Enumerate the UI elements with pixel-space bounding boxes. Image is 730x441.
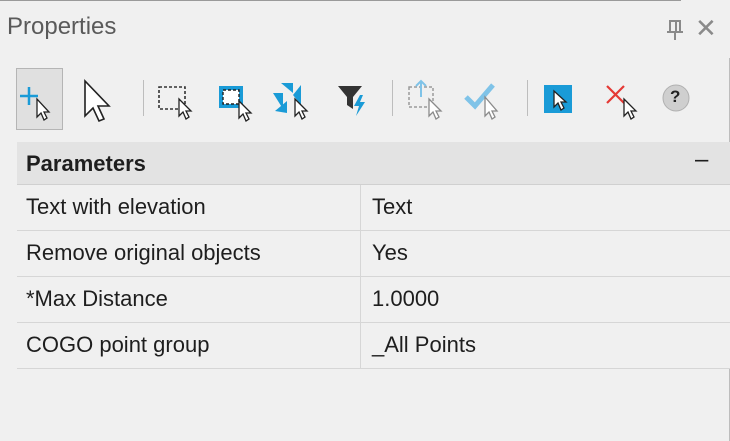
property-value-cell[interactable]: Yes bbox=[362, 231, 730, 276]
property-name: COGO point group bbox=[26, 332, 210, 357]
add-selection-icon[interactable] bbox=[16, 68, 63, 130]
select-cursor-icon[interactable] bbox=[76, 69, 122, 127]
property-name: Remove original objects bbox=[26, 240, 261, 265]
property-value-cell[interactable]: Text bbox=[362, 185, 730, 230]
toolbar-separator bbox=[392, 80, 393, 116]
property-value[interactable]: Yes bbox=[372, 240, 408, 266]
panel-title: Properties bbox=[7, 13, 117, 40]
property-value[interactable]: Text bbox=[372, 194, 412, 220]
toolbar-separator bbox=[527, 80, 528, 116]
toolbar: ? bbox=[0, 61, 730, 133]
property-name: *Max Distance bbox=[26, 286, 168, 311]
pin-icon[interactable] bbox=[665, 19, 687, 43]
property-value[interactable]: _All Points bbox=[372, 332, 476, 358]
property-row[interactable]: *Max Distance 1.0000 bbox=[17, 277, 730, 323]
property-grid: Parameters – Text with elevation Text Re… bbox=[17, 142, 730, 369]
property-value-cell[interactable]: _All Points bbox=[362, 323, 730, 368]
property-value-cell[interactable]: 1.0000 bbox=[362, 277, 730, 322]
category-parameters[interactable]: Parameters – bbox=[17, 142, 730, 185]
crossing-select-icon[interactable] bbox=[213, 69, 259, 127]
properties-palette: Properties ✕ ? Parameters – Text with el… bbox=[0, 0, 730, 441]
category-label: Parameters bbox=[26, 151, 146, 176]
help-icon[interactable]: ? bbox=[660, 69, 706, 127]
property-row[interactable]: Text with elevation Text bbox=[17, 185, 730, 231]
property-row[interactable]: COGO point group _All Points bbox=[17, 323, 730, 369]
property-name-cell: *Max Distance bbox=[17, 277, 361, 322]
remove-selection-icon[interactable] bbox=[602, 69, 648, 127]
confirm-select-icon[interactable] bbox=[463, 69, 509, 127]
property-name-cell: COGO point group bbox=[17, 323, 361, 368]
help-icon-label: ? bbox=[670, 87, 681, 106]
title-bar[interactable]: Properties ✕ bbox=[0, 1, 730, 57]
property-value[interactable]: 1.0000 bbox=[372, 286, 439, 312]
filter-select-icon[interactable] bbox=[332, 69, 378, 127]
window-select-icon[interactable] bbox=[155, 69, 201, 127]
close-icon[interactable]: ✕ bbox=[695, 15, 717, 41]
quick-select-icon[interactable] bbox=[541, 69, 587, 127]
select-similar-icon[interactable] bbox=[271, 69, 317, 127]
pick-to-add-icon[interactable] bbox=[405, 69, 451, 127]
property-name-cell: Text with elevation bbox=[17, 185, 361, 230]
property-name-cell: Remove original objects bbox=[17, 231, 361, 276]
collapse-toggle[interactable]: – bbox=[695, 146, 708, 174]
property-name: Text with elevation bbox=[26, 194, 206, 219]
toolbar-separator bbox=[143, 80, 144, 116]
property-row[interactable]: Remove original objects Yes bbox=[17, 231, 730, 277]
